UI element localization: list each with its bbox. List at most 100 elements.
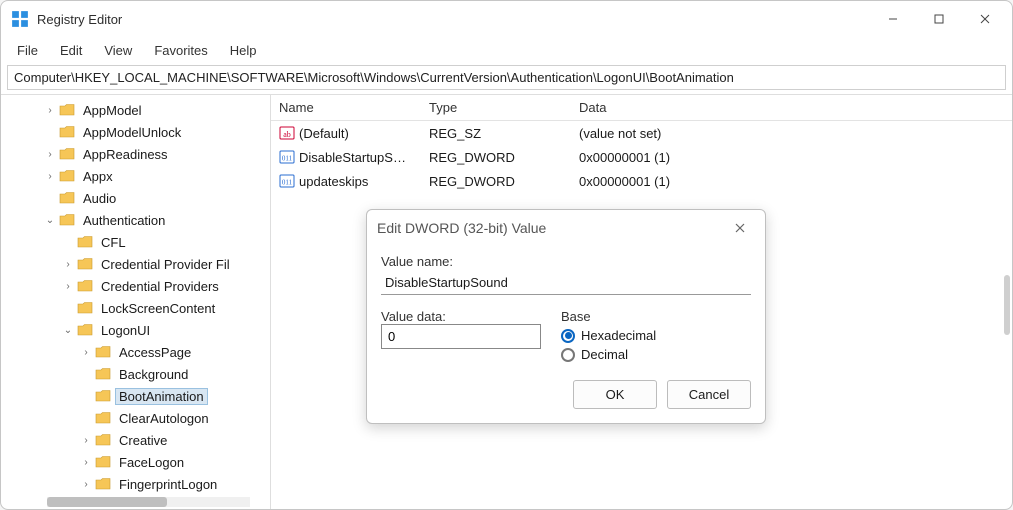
column-data[interactable]: Data	[571, 100, 1012, 115]
chevron-right-icon[interactable]: ›	[43, 103, 57, 117]
horizontal-scrollbar[interactable]	[47, 497, 250, 507]
tree-pane[interactable]: › AppModel AppModelUnlock › AppReadiness ›App…	[1, 95, 271, 509]
tree-label: ClearAutologon	[115, 410, 213, 427]
dialog-titlebar: Edit DWORD (32-bit) Value	[367, 210, 765, 246]
tree-item[interactable]: Background	[7, 363, 270, 385]
chevron-right-icon[interactable]: ›	[61, 279, 75, 293]
radio-hexadecimal[interactable]: Hexadecimal	[561, 328, 656, 343]
radio-decimal[interactable]: Decimal	[561, 347, 656, 362]
window-controls	[870, 3, 1008, 35]
tree-item[interactable]: ClearAutologon	[7, 407, 270, 429]
svg-text:011: 011	[282, 179, 293, 187]
value-type: REG_DWORD	[421, 150, 571, 165]
tree-item[interactable]: › Credential Provider Fil	[7, 253, 270, 275]
folder-icon	[95, 411, 111, 425]
dialog-body: Value name: DisableStartupSound Value da…	[367, 246, 765, 423]
chevron-down-icon[interactable]: ⌄	[43, 213, 57, 227]
folder-icon	[95, 433, 111, 447]
svg-text:ab: ab	[283, 130, 291, 139]
string-value-icon: ab	[279, 125, 295, 141]
column-name[interactable]: Name	[271, 100, 421, 115]
vertical-scrollbar[interactable]	[1004, 275, 1010, 335]
base-label: Base	[561, 309, 656, 324]
list-row[interactable]: 011 DisableStartupS… REG_DWORD0x00000001 (…	[271, 145, 1012, 169]
expander-placeholder	[43, 191, 57, 205]
menu-file[interactable]: File	[7, 40, 48, 61]
folder-icon	[77, 279, 93, 293]
list-header: Name Type Data	[271, 95, 1012, 121]
tree-item[interactable]: ›AccessPage	[7, 341, 270, 363]
dialog-close-button[interactable]	[725, 213, 755, 243]
value-data: (value not set)	[571, 126, 1012, 141]
value-data: 0x00000001 (1)	[571, 150, 1012, 165]
folder-icon	[59, 169, 75, 183]
menu-edit[interactable]: Edit	[50, 40, 92, 61]
folder-icon	[95, 455, 111, 469]
value-type: REG_SZ	[421, 126, 571, 141]
tree-item[interactable]: › Creative	[7, 429, 270, 451]
tree-item[interactable]: › FaceLogon	[7, 451, 270, 473]
tree-item[interactable]: LockScreenContent	[7, 297, 270, 319]
value-name: updateskips	[299, 174, 368, 189]
chevron-right-icon[interactable]: ›	[43, 147, 57, 161]
scrollbar-thumb[interactable]	[47, 497, 167, 507]
dword-value-icon: 011	[279, 173, 295, 189]
tree-label: LockScreenContent	[97, 300, 219, 317]
expander-placeholder	[79, 367, 93, 381]
tree-label: Creative	[115, 432, 171, 449]
tree-item[interactable]: › AppModel	[7, 99, 270, 121]
tree-item[interactable]: AppModelUnlock	[7, 121, 270, 143]
chevron-right-icon[interactable]: ›	[79, 433, 93, 447]
list-row[interactable]: ab (Default) REG_SZ(value not set)	[271, 121, 1012, 145]
value-name-label: Value name:	[381, 254, 751, 269]
folder-icon	[59, 213, 75, 227]
tree-item[interactable]: CFL	[7, 231, 270, 253]
tree-label: AppModel	[79, 102, 146, 119]
tree-item[interactable]: ›Credential Providers	[7, 275, 270, 297]
tree-item[interactable]: › FingerprintLogon	[7, 473, 270, 495]
tree-item[interactable]: ›Appx	[7, 165, 270, 187]
tree-item[interactable]: › AppReadiness	[7, 143, 270, 165]
chevron-right-icon[interactable]: ›	[79, 345, 93, 359]
chevron-right-icon[interactable]: ›	[79, 455, 93, 469]
ok-button[interactable]: OK	[573, 380, 657, 409]
maximize-button[interactable]	[916, 3, 962, 35]
cancel-button[interactable]: Cancel	[667, 380, 751, 409]
column-type[interactable]: Type	[421, 100, 571, 115]
chevron-right-icon[interactable]: ›	[43, 169, 57, 183]
address-bar[interactable]: Computer\HKEY_LOCAL_MACHINE\SOFTWARE\Mic…	[7, 65, 1006, 90]
chevron-right-icon[interactable]: ›	[61, 257, 75, 271]
radio-dec-label: Decimal	[581, 347, 628, 362]
value-name-field[interactable]: DisableStartupSound	[381, 271, 751, 295]
tree-label: Credential Provider Fil	[97, 256, 234, 273]
chevron-down-icon[interactable]: ⌄	[61, 323, 75, 337]
folder-icon	[59, 147, 75, 161]
radio-icon	[561, 329, 575, 343]
value-name: DisableStartupS…	[299, 150, 406, 165]
list-row[interactable]: 011updateskipsREG_DWORD0x00000001 (1)	[271, 169, 1012, 193]
svg-text:011: 011	[282, 155, 293, 163]
tree-label: BootAnimation	[115, 388, 208, 405]
tree-item[interactable]: ⌄ LogonUI	[7, 319, 270, 341]
menubar: File Edit View Favorites Help	[1, 37, 1012, 63]
minimize-button[interactable]	[870, 3, 916, 35]
registry-editor-window: Registry Editor File Edit View Favorites…	[0, 0, 1013, 510]
tree-label: FaceLogon	[115, 454, 188, 471]
menu-view[interactable]: View	[94, 40, 142, 61]
tree-item[interactable]: Audio	[7, 187, 270, 209]
menu-help[interactable]: Help	[220, 40, 267, 61]
tree-label: LogonUI	[97, 322, 154, 339]
tree-item[interactable]: BootAnimation	[7, 385, 270, 407]
value-data-input[interactable]	[381, 324, 541, 349]
expander-placeholder	[61, 301, 75, 315]
tree-item[interactable]: ⌄Authentication	[7, 209, 270, 231]
tree-label: AppReadiness	[79, 146, 172, 163]
close-button[interactable]	[962, 3, 1008, 35]
menu-favorites[interactable]: Favorites	[144, 40, 217, 61]
value-data: 0x00000001 (1)	[571, 174, 1012, 189]
chevron-right-icon[interactable]: ›	[79, 477, 93, 491]
tree-label: FingerprintLogon	[115, 476, 221, 493]
tree-label: CFL	[97, 234, 130, 251]
value-name: (Default)	[299, 126, 349, 141]
folder-icon	[59, 125, 75, 139]
